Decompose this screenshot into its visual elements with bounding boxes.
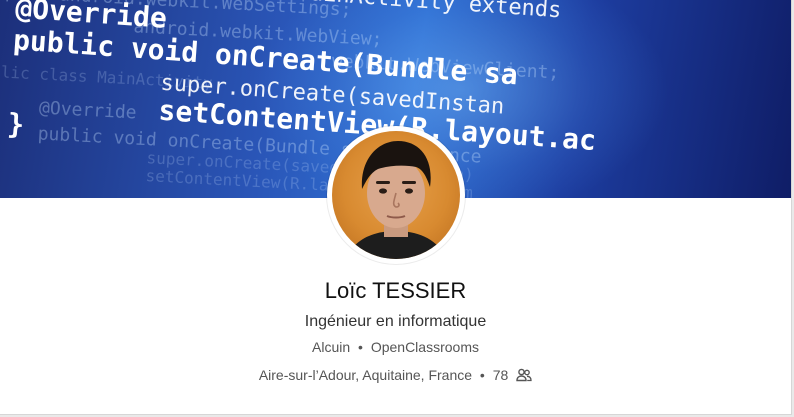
person-photo-image <box>346 141 446 259</box>
avatar-photo <box>332 131 460 259</box>
school-name[interactable]: Alcuin <box>312 339 350 355</box>
separator-dot: • <box>358 339 363 355</box>
company-name[interactable]: OpenClassrooms <box>371 339 479 355</box>
people-icon[interactable] <box>516 368 532 385</box>
profile-card: port android.webkit.WebSettings; android… <box>0 0 792 415</box>
profile-affiliations: Alcuin • OpenClassrooms <box>0 339 791 355</box>
profile-headline: Ingénieur en informatique <box>304 313 487 330</box>
avatar[interactable] <box>327 126 465 264</box>
connections-count[interactable]: 78 <box>493 367 509 383</box>
banner-code-faint-line: @Override <box>39 97 138 123</box>
profile-location-line: Aire-sur-l’Adour, Aquitaine, France • 78 <box>0 367 791 385</box>
separator-dot: • <box>479 367 485 383</box>
profile-name: Loïc TESSIER <box>324 278 467 303</box>
profile-location: Aire-sur-l’Adour, Aquitaine, France <box>258 367 473 383</box>
banner-code-line: } <box>6 107 25 141</box>
